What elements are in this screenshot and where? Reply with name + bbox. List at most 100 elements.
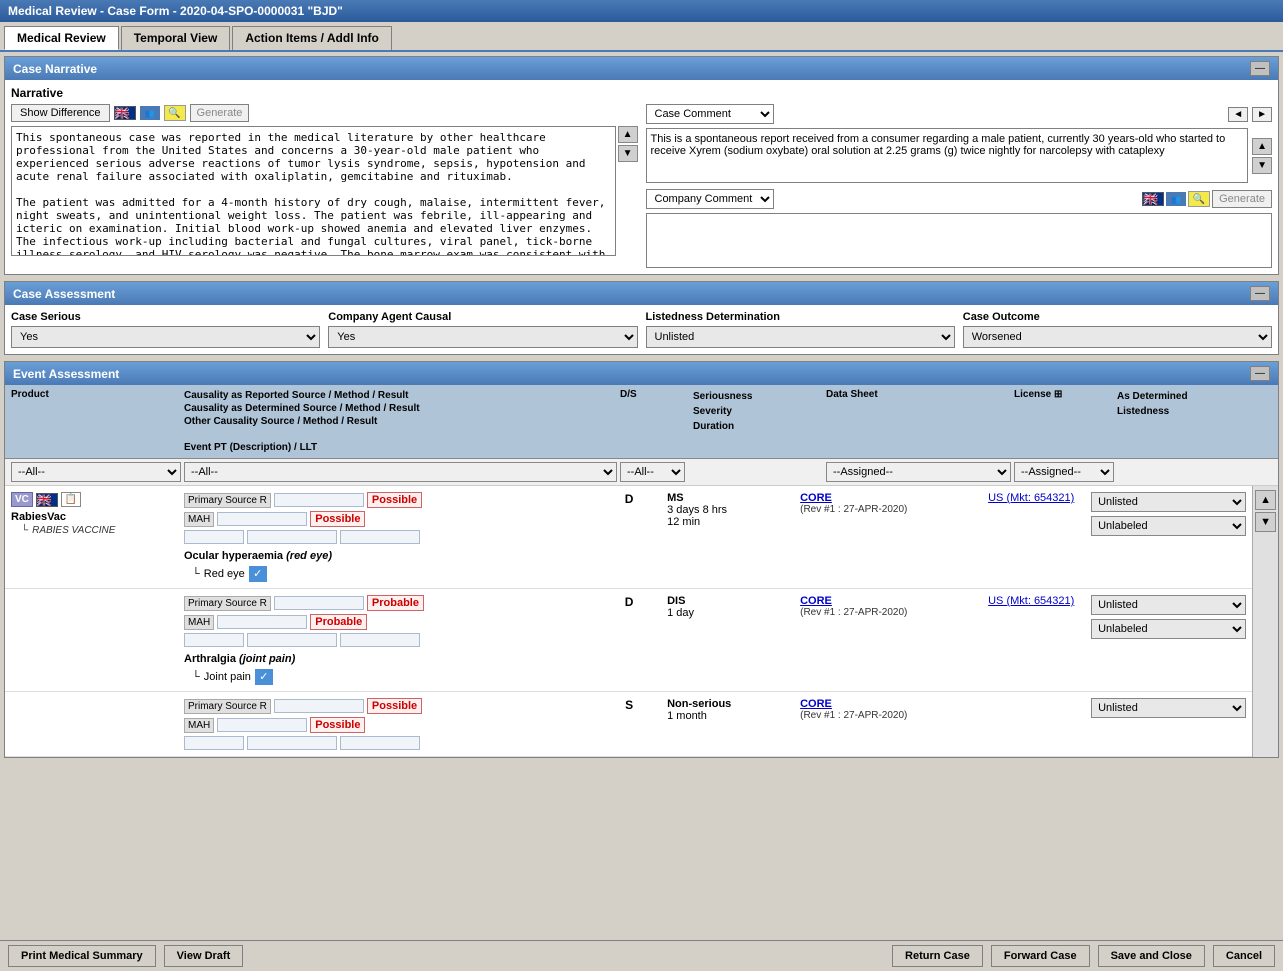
- causality-row-1-3: [184, 530, 591, 544]
- minimize-event-button[interactable]: —: [1250, 366, 1270, 381]
- listedness-label: Listedness Determination: [646, 311, 955, 323]
- causality-input-2-1[interactable]: [274, 596, 364, 610]
- filter-product-select[interactable]: --All--: [11, 462, 181, 482]
- title-text: Medical Review - Case Form - 2020-04-SPO…: [8, 4, 343, 18]
- case-serious-select[interactable]: Yes No: [11, 326, 320, 348]
- causality-input-2-2[interactable]: [217, 615, 307, 629]
- right-dropdown-row-2: Company Comment Case Comment 🇬🇧 👥 🔍 Gene…: [646, 189, 1273, 209]
- causality-value-1-1: Possible: [367, 492, 422, 508]
- search-icon-right[interactable]: 🔍: [1188, 191, 1210, 207]
- core-rev-3: (Rev #1 : 27-APR-2020): [800, 710, 985, 721]
- generate-button-left[interactable]: Generate: [190, 104, 250, 122]
- forward-case-button[interactable]: Forward Case: [991, 945, 1090, 967]
- causality-label-1-1: Primary Source R: [184, 493, 271, 508]
- causality-input-2-3b[interactable]: [247, 633, 337, 647]
- cancel-button[interactable]: Cancel: [1213, 945, 1275, 967]
- causality-input-1-2[interactable]: [217, 512, 307, 526]
- causality-input-3-3a[interactable]: [184, 736, 244, 750]
- return-case-button[interactable]: Return Case: [892, 945, 983, 967]
- causality-input-1-3c[interactable]: [340, 530, 420, 544]
- event-scroll-down[interactable]: ▼: [1255, 512, 1276, 532]
- tab-medical-review[interactable]: Medical Review: [4, 26, 119, 50]
- people-icon-right[interactable]: 👥: [1166, 192, 1186, 206]
- causality-row-3-2: MAH Possible: [184, 717, 591, 733]
- causality-value-2-1: Probable: [367, 595, 424, 611]
- license-link-1[interactable]: US (Mkt: 654321): [988, 492, 1074, 504]
- narrative-textarea-wrapper: ▲ ▼: [11, 126, 638, 256]
- unlabeled-select-1[interactable]: Unlabeled Labeled: [1091, 516, 1246, 536]
- case-assessment-panel: Case Assessment — Case Serious Yes No Co…: [4, 281, 1279, 355]
- scroll-down-left[interactable]: ▼: [618, 145, 638, 162]
- generate-button-right[interactable]: Generate: [1212, 190, 1272, 208]
- causality-input-2-3a[interactable]: [184, 633, 244, 647]
- scroll-down-right-1[interactable]: ▼: [1252, 157, 1272, 174]
- narrative-right: Case Comment Company Comment ◄ ► Thi: [646, 104, 1273, 268]
- copy-icon-1[interactable]: 📋: [61, 492, 81, 507]
- right-text-2-wrapper: [646, 213, 1273, 268]
- ds-cell-3: S: [594, 698, 664, 750]
- filter-license-select[interactable]: --Assigned--: [1014, 462, 1114, 482]
- case-comment-dropdown[interactable]: Case Comment Company Comment: [646, 104, 774, 124]
- filter-datasheet-cell: --Assigned--: [826, 462, 1011, 482]
- causality-input-3-3c[interactable]: [340, 736, 420, 750]
- causality-cell-3: Primary Source R Possible MAH Possible: [184, 698, 591, 750]
- listedness-select-1[interactable]: Unlisted Listed: [1091, 492, 1246, 512]
- core-link-1[interactable]: CORE: [800, 492, 832, 504]
- causality-input-3-2[interactable]: [217, 718, 307, 732]
- listedness-select-3[interactable]: Unlisted Listed: [1091, 698, 1246, 718]
- unlabeled-select-2[interactable]: Unlabeled Labeled: [1091, 619, 1246, 639]
- core-link-2[interactable]: CORE: [800, 595, 832, 607]
- show-difference-button[interactable]: Show Difference: [11, 104, 110, 122]
- causality-value-3-2: Possible: [310, 717, 365, 733]
- case-serious-label: Case Serious: [11, 311, 320, 323]
- causality-input-3-1[interactable]: [274, 699, 364, 713]
- narrative-text-left[interactable]: [11, 126, 616, 256]
- filter-product-cell: --All--: [11, 462, 181, 482]
- check-icon-2: ✓: [255, 669, 273, 685]
- scroll-up-left[interactable]: ▲: [618, 126, 638, 143]
- event-rows-scroll: VC 🇬🇧 📋 RabiesVac └RABIES VACCINE Primar…: [5, 486, 1252, 757]
- license-link-2[interactable]: US (Mkt: 654321): [988, 595, 1074, 607]
- save-close-button[interactable]: Save and Close: [1098, 945, 1205, 967]
- filter-ds-select[interactable]: --All--: [620, 462, 685, 482]
- company-comment-text[interactable]: [646, 213, 1273, 268]
- narrative-left-toolbar: Show Difference 🇬🇧 👥 🔍 Generate: [11, 104, 638, 122]
- minimize-assessment-button[interactable]: —: [1250, 286, 1270, 301]
- license-cell-2: US (Mkt: 654321): [988, 595, 1088, 685]
- causality-input-1-3b[interactable]: [247, 530, 337, 544]
- datasheet-cell-1: CORE (Rev #1 : 27-APR-2020): [800, 492, 985, 582]
- minimize-narrative-button[interactable]: —: [1250, 61, 1270, 76]
- scroll-up-right-1[interactable]: ▲: [1252, 138, 1272, 155]
- causality-row-2-3: [184, 633, 591, 647]
- causality-input-2-3c[interactable]: [340, 633, 420, 647]
- core-link-3[interactable]: CORE: [800, 698, 832, 710]
- filter-causality-select[interactable]: --All--: [184, 462, 617, 482]
- event-name-row-1: Ocular hyperaemia (red eye): [184, 550, 591, 562]
- people-icon-left[interactable]: 👥: [140, 106, 160, 120]
- bottom-bar: Print Medical Summary View Draft Return …: [0, 940, 1283, 971]
- nav-next-button[interactable]: ►: [1252, 107, 1272, 122]
- company-agent-select[interactable]: Yes No: [328, 326, 637, 348]
- print-medical-summary-button[interactable]: Print Medical Summary: [8, 945, 156, 967]
- llt-row-1: └ Red eye ✓: [184, 566, 591, 582]
- severity-cell-3: Non-serious 1 month: [667, 698, 797, 750]
- causality-input-3-3b[interactable]: [247, 736, 337, 750]
- causality-input-1-3a[interactable]: [184, 530, 244, 544]
- tab-temporal-view[interactable]: Temporal View: [121, 26, 231, 50]
- event-scroll-up[interactable]: ▲: [1255, 490, 1276, 510]
- listedness-select-2[interactable]: Unlisted Listed: [1091, 595, 1246, 615]
- event-assessment-panel: Event Assessment — Product Causality as …: [4, 361, 1279, 758]
- causality-cell-2: Primary Source R Probable MAH Probable: [184, 595, 591, 685]
- view-draft-button[interactable]: View Draft: [164, 945, 244, 967]
- core-rev-1: (Rev #1 : 27-APR-2020): [800, 504, 985, 515]
- listedness-col: Listedness Determination Unlisted Listed: [646, 311, 955, 348]
- tab-action-items[interactable]: Action Items / Addl Info: [232, 26, 392, 50]
- causality-value-3-1: Possible: [367, 698, 422, 714]
- case-outcome-select[interactable]: Worsened Recovered Not recovered: [963, 326, 1272, 348]
- causality-input-1-1[interactable]: [274, 493, 364, 507]
- nav-prev-button[interactable]: ◄: [1228, 107, 1248, 122]
- listedness-select-main[interactable]: Unlisted Listed: [646, 326, 955, 348]
- search-icon-left[interactable]: 🔍: [164, 105, 186, 121]
- filter-datasheet-select[interactable]: --Assigned--: [826, 462, 1011, 482]
- company-comment-dropdown[interactable]: Company Comment Case Comment: [646, 189, 774, 209]
